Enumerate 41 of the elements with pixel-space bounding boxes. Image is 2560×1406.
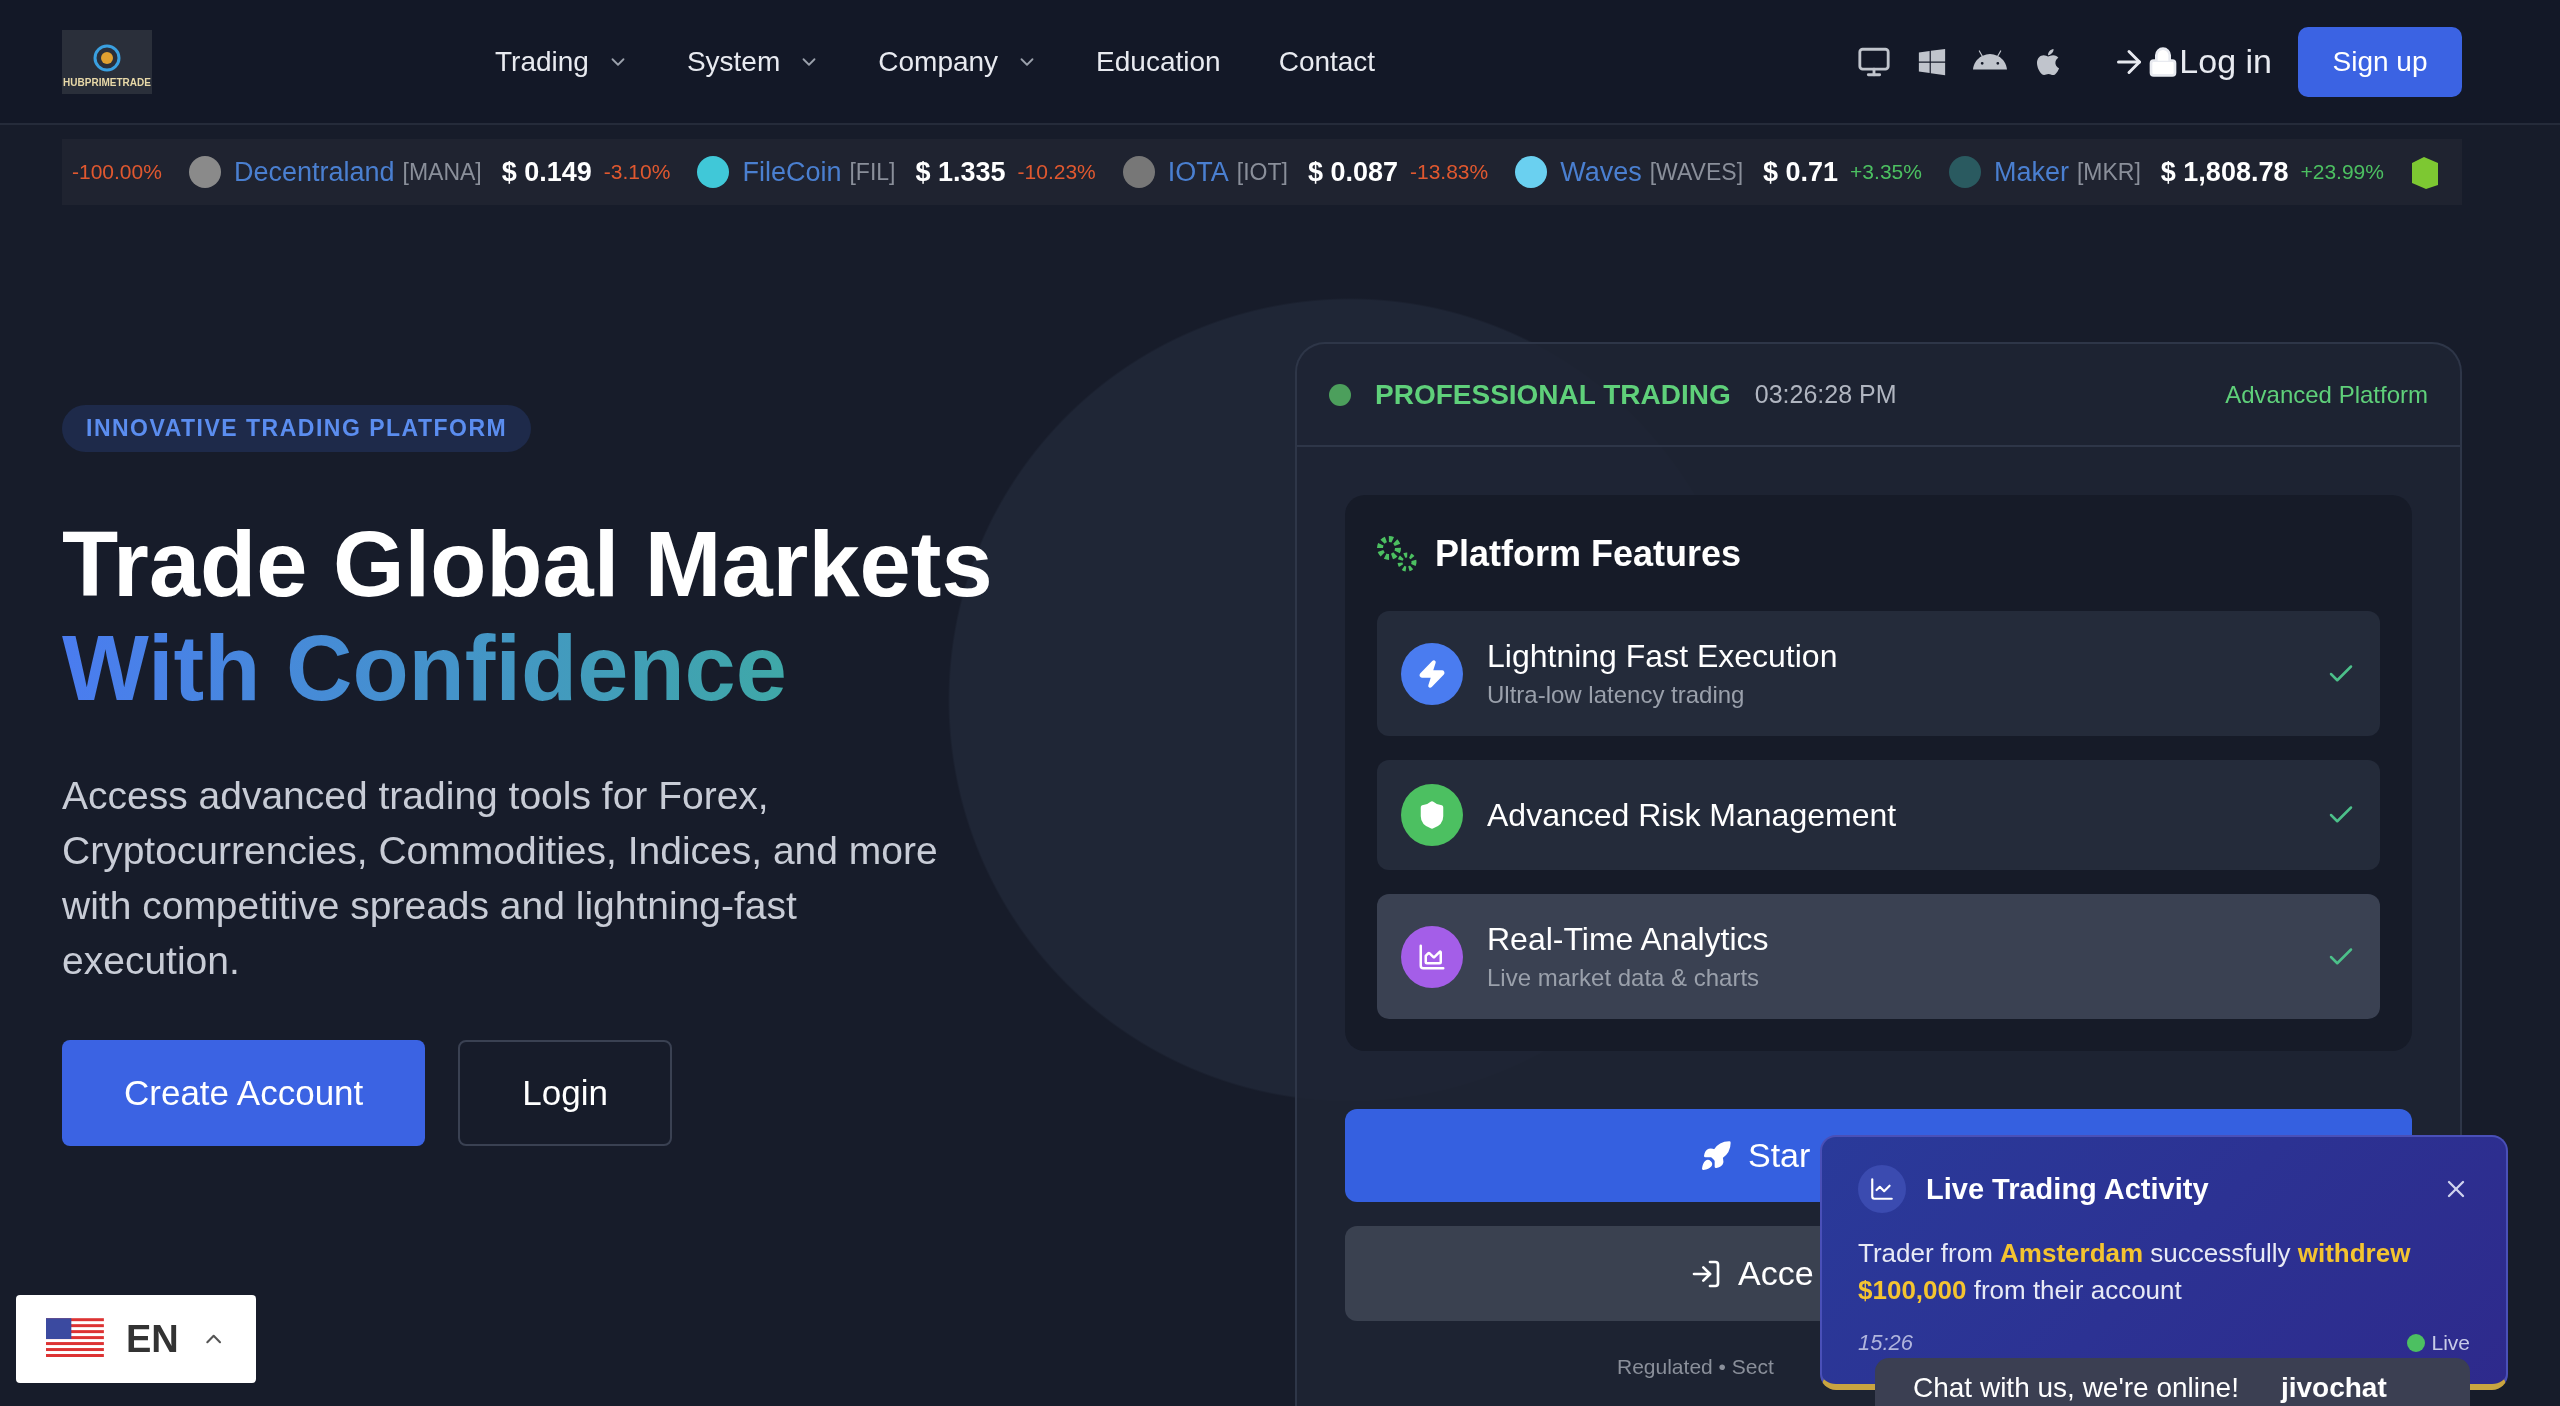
coin-symbol: [MANA] xyxy=(402,158,482,186)
coin-name: Decentraland xyxy=(233,156,395,188)
logo-text: HUBPRIMETRADE xyxy=(63,76,151,88)
coin-symbol: [MKR] xyxy=(2076,158,2141,186)
feature-title: Lightning Fast Execution xyxy=(1487,638,1838,675)
popup-time: 15:26 xyxy=(1858,1330,1914,1356)
price-change: -3.10% xyxy=(603,160,671,184)
coin-price: $ 0.149 xyxy=(501,156,592,188)
live-status: Live xyxy=(2407,1331,2470,1355)
coin-name: FileCoin xyxy=(742,156,842,188)
coin-price: $ 1.335 xyxy=(915,156,1006,188)
price-change: +23.99% xyxy=(2300,160,2384,184)
feature-subtitle: Live market data & charts xyxy=(1487,964,1761,992)
coin-name: Maker xyxy=(1993,156,2069,188)
status-label: PROFESSIONAL TRADING xyxy=(1375,378,1731,411)
hero-description: Access advanced trading tools for Forex, Cryptocurrencies, Commodities, Indices, and more with competitive spreads and lightning-fast execution. xyxy=(62,773,939,984)
price-change: -100.00% xyxy=(72,160,162,184)
chat-text: Chat with us, we're online! xyxy=(1913,1372,2239,1404)
regulation-note: Regulated • Sect xyxy=(1617,1355,1774,1379)
feature-subtitle: Ultra-low latency trading xyxy=(1487,681,1746,709)
coin-symbol: [WAVES] xyxy=(1649,158,1744,186)
price-change: +3.35% xyxy=(1850,160,1922,184)
features-title: Platform Features xyxy=(1435,533,1742,575)
coin-price: $ 1,808.78 xyxy=(2160,156,2289,188)
price-change: -10.23% xyxy=(1017,160,1096,184)
feature-title: Real-Time Analytics xyxy=(1487,921,1769,958)
clock-time: 03:26:28 PM xyxy=(1754,380,1897,409)
coin-price: $ 0.71 xyxy=(1763,156,1839,188)
coin-symbol: [FIL] xyxy=(849,158,896,186)
platform-label: Advanced Platform xyxy=(2225,380,2428,409)
coin-symbol: [IOT] xyxy=(1236,158,1288,186)
chat-brand: jivochat xyxy=(2280,1372,2387,1404)
hero-title: Trade Global Markets xyxy=(62,512,993,616)
price-change: -13.83% xyxy=(1410,160,1489,184)
coin-price: $ 0.087 xyxy=(1307,156,1398,188)
popup-message: Trader from Amsterdam successfully withdrew $100,000 from their account xyxy=(1858,1237,2412,1307)
feature-title: Advanced Risk Management xyxy=(1487,796,1897,834)
coin-name: Waves xyxy=(1560,156,1642,188)
tagline-badge: INNOVATIVE TRADING PLATFORM xyxy=(62,405,532,452)
popup-title: Live Trading Activity xyxy=(1926,1172,2209,1206)
coin-name: IOTA xyxy=(1167,156,1229,188)
